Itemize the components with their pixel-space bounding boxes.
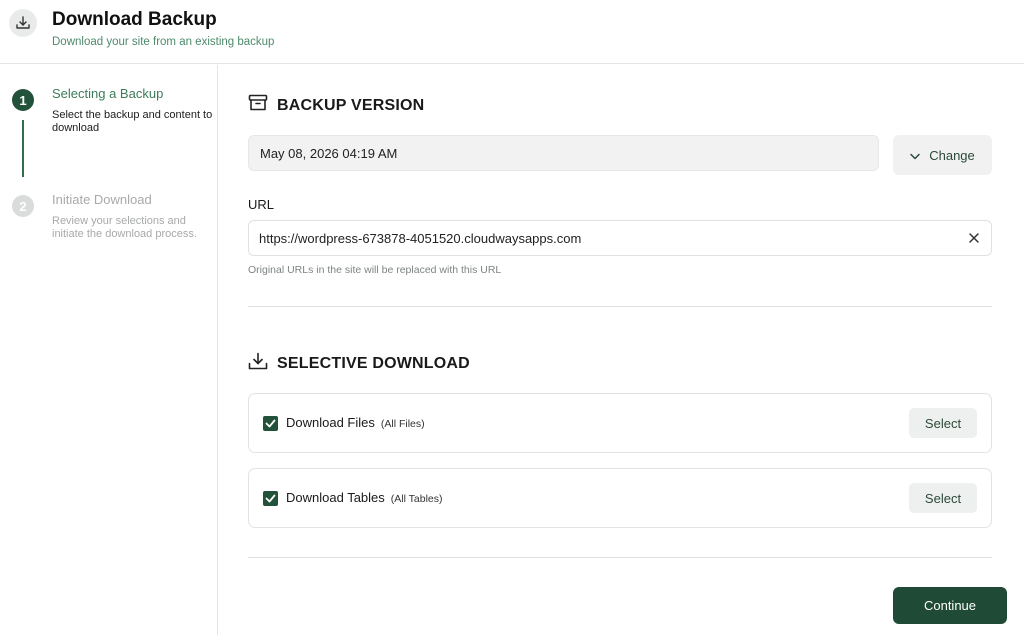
step-sidebar: 1 Selecting a Backup Select the backup a… xyxy=(0,65,218,635)
backup-date-value: May 08, 2026 04:19 AM xyxy=(260,145,398,161)
selective-download-heading-text: SELECTIVE DOWNLOAD xyxy=(277,354,470,372)
archive-box-icon xyxy=(248,94,268,117)
change-button-label: Change xyxy=(929,147,975,163)
step-2-description: Review your selections and initiate the … xyxy=(52,215,197,240)
step-progress-line xyxy=(22,120,24,177)
download-tables-checkbox[interactable] xyxy=(263,491,278,506)
step-1-title[interactable]: Selecting a Backup xyxy=(52,86,163,101)
check-icon xyxy=(265,494,276,503)
step-1-number: 1 xyxy=(12,89,34,111)
download-tray-icon xyxy=(248,352,268,375)
download-files-scope: (All Files) xyxy=(380,418,425,430)
selective-download-heading: SELECTIVE DOWNLOAD xyxy=(248,352,470,375)
download-files-label-text: Download Files xyxy=(286,415,375,430)
download-files-checkbox[interactable] xyxy=(263,416,278,431)
step-2-title: Initiate Download xyxy=(52,192,152,207)
backup-version-heading: BACKUP VERSION xyxy=(248,94,424,117)
select-tables-button[interactable]: Select xyxy=(909,483,977,513)
url-hint: Original URLs in the site will be replac… xyxy=(248,264,502,276)
check-icon xyxy=(265,419,276,428)
page-title: Download Backup xyxy=(52,9,217,30)
download-tables-scope: (All Tables) xyxy=(390,493,443,505)
page-header: Download Backup Download your site from … xyxy=(0,0,1024,64)
page-subtitle: Download your site from an existing back… xyxy=(52,36,275,48)
url-field[interactable] xyxy=(248,220,992,256)
url-label: URL xyxy=(248,197,275,212)
select-files-button[interactable]: Select xyxy=(909,408,977,438)
backup-date-field[interactable]: May 08, 2026 04:19 AM xyxy=(248,135,879,171)
continue-button[interactable]: Continue xyxy=(893,587,1007,624)
section-divider xyxy=(248,306,992,307)
url-input[interactable] xyxy=(259,221,959,255)
download-tables-label: Download Tables (All Tables) xyxy=(286,490,443,505)
section-divider xyxy=(248,557,992,558)
chevron-down-icon xyxy=(910,148,920,163)
download-tables-label-text: Download Tables xyxy=(286,490,385,505)
backup-version-heading-text: BACKUP VERSION xyxy=(277,96,425,114)
download-icon xyxy=(9,9,37,37)
step-2-number: 2 xyxy=(12,195,34,217)
step-1-description: Select the backup and content to downloa… xyxy=(52,109,213,134)
download-files-card: Download Files (All Files) Select xyxy=(248,393,992,453)
download-files-label: Download Files (All Files) xyxy=(286,415,425,430)
clear-icon[interactable] xyxy=(967,231,981,245)
change-backup-button[interactable]: Change xyxy=(893,135,992,175)
download-tables-card: Download Tables (All Tables) Select xyxy=(248,468,992,528)
